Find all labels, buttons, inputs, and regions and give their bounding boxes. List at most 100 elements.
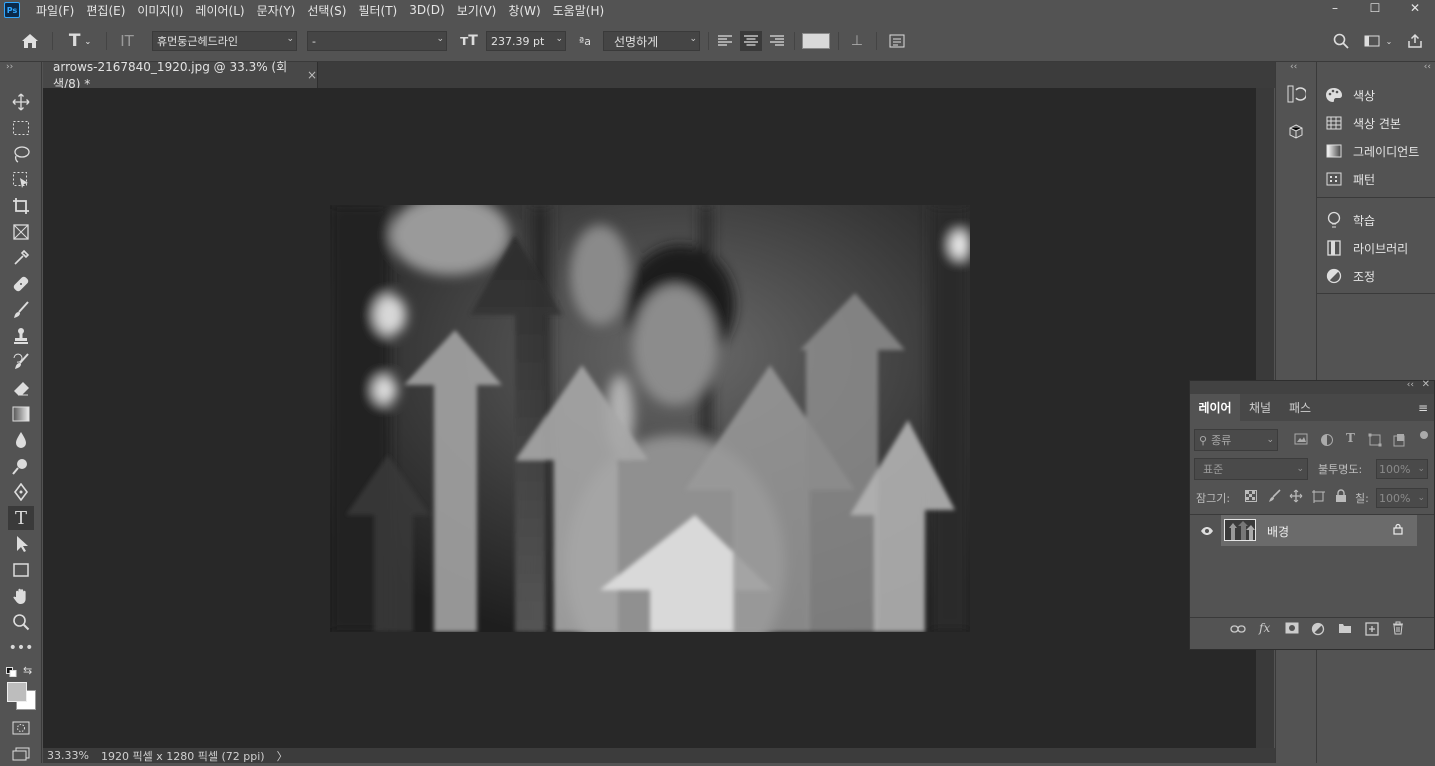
character-panel-icon[interactable] — [886, 31, 908, 51]
align-left-icon[interactable] — [714, 31, 736, 51]
lock-all-icon[interactable] — [1335, 489, 1347, 506]
layers-panel-header[interactable]: ‹‹ ✕ — [1190, 379, 1434, 394]
menu-help[interactable]: 도움말(H) — [547, 2, 611, 19]
3d-panel-icon[interactable] — [1286, 122, 1306, 145]
layer-name[interactable]: 배경 — [1267, 523, 1289, 540]
layer-row-background[interactable]: 배경 — [1221, 515, 1417, 546]
tab-layers[interactable]: 레이어 — [1190, 394, 1240, 421]
close-panel-icon[interactable]: ✕ — [1422, 379, 1430, 390]
panel-patterns[interactable]: 패턴 — [1325, 166, 1375, 192]
panel-adjustments[interactable]: 조정 — [1325, 263, 1375, 289]
font-size-select[interactable]: 237.39 pt ⌄ — [486, 31, 566, 51]
warp-text-icon[interactable]: ⊥ — [846, 31, 868, 51]
font-style-select[interactable]: - ⌄ — [307, 31, 447, 51]
link-layers-icon[interactable] — [1230, 623, 1246, 638]
fill-input[interactable]: 100% ⌄ — [1376, 488, 1428, 508]
antialias-select[interactable]: 선명하게 ⌄ — [603, 31, 700, 51]
document-tab[interactable]: arrows-2167840_1920.jpg @ 33.3% (회색/8) *… — [43, 60, 318, 91]
lock-pixels-icon[interactable] — [1267, 489, 1281, 506]
more-tools-icon[interactable]: ••• — [8, 636, 34, 660]
panel-learn[interactable]: 학습 — [1325, 207, 1375, 233]
blur-tool-icon[interactable] — [8, 428, 34, 452]
default-colors-icon[interactable] — [6, 666, 18, 680]
layer-effects-icon[interactable]: fx — [1259, 621, 1270, 635]
text-orientation-icon[interactable]: IT — [116, 31, 138, 51]
filter-adjustment-icon[interactable] — [1320, 433, 1336, 447]
filter-toggle-icon[interactable] — [1420, 431, 1428, 439]
menu-layer[interactable]: 레이어(L) — [189, 2, 250, 19]
lasso-tool-icon[interactable] — [8, 142, 34, 166]
path-selection-tool-icon[interactable] — [8, 532, 34, 556]
move-tool-icon[interactable] — [8, 90, 34, 114]
text-color-swatch[interactable] — [802, 33, 830, 49]
search-icon[interactable] — [1330, 31, 1352, 51]
clone-stamp-tool-icon[interactable] — [8, 324, 34, 348]
type-tool-preset-icon[interactable]: T ⌄ — [62, 31, 98, 51]
crop-tool-icon[interactable] — [8, 194, 34, 218]
collapse-icon[interactable]: ‹‹ — [1290, 62, 1297, 72]
delete-layer-icon[interactable] — [1392, 621, 1404, 638]
zoom-tool-icon[interactable] — [8, 610, 34, 634]
lock-transparency-icon[interactable] — [1245, 490, 1257, 505]
menu-file[interactable]: 파일(F) — [30, 2, 80, 19]
font-family-select[interactable]: 휴먼둥근헤드라인 ⌄ — [152, 31, 297, 51]
foreground-color-swatch[interactable] — [7, 682, 27, 702]
panel-menu-icon[interactable]: ≡ — [1418, 401, 1428, 415]
tab-channels[interactable]: 채널 — [1240, 394, 1280, 421]
home-icon[interactable] — [18, 31, 42, 51]
collapse-icon[interactable]: ›› — [6, 62, 13, 72]
eyedropper-tool-icon[interactable] — [8, 246, 34, 270]
blend-mode-select[interactable]: 표준 ⌄ — [1194, 458, 1308, 480]
dodge-tool-icon[interactable] — [8, 454, 34, 478]
close-button[interactable]: ✕ — [1395, 0, 1435, 16]
canvas-area[interactable] — [43, 88, 1256, 748]
healing-brush-tool-icon[interactable] — [8, 272, 34, 296]
menu-3d[interactable]: 3D(D) — [403, 3, 450, 17]
new-layer-icon[interactable] — [1365, 622, 1379, 639]
gradient-tool-icon[interactable] — [8, 402, 34, 426]
maximize-button[interactable]: ☐ — [1355, 0, 1395, 16]
panel-gradients[interactable]: 그레이디언트 — [1325, 138, 1419, 164]
menu-view[interactable]: 보기(V) — [451, 2, 503, 19]
filter-shape-icon[interactable] — [1368, 433, 1382, 450]
panel-swatches[interactable]: 색상 견본 — [1325, 110, 1401, 136]
eraser-tool-icon[interactable] — [8, 376, 34, 400]
layer-visibility-eye-icon[interactable] — [1194, 515, 1219, 547]
pen-tool-icon[interactable] — [8, 480, 34, 504]
marquee-tool-icon[interactable] — [8, 116, 34, 140]
layer-filter-select[interactable]: ⚲ 종류 ⌄ — [1194, 429, 1278, 451]
tab-paths[interactable]: 패스 — [1280, 394, 1320, 421]
lock-position-icon[interactable] — [1289, 489, 1303, 506]
minimize-button[interactable]: – — [1315, 0, 1355, 16]
history-panel-icon[interactable] — [1286, 84, 1308, 107]
screen-mode-icon[interactable] — [8, 742, 34, 766]
add-mask-icon[interactable] — [1285, 622, 1299, 637]
menu-window[interactable]: 창(W) — [502, 2, 546, 19]
new-adjustment-layer-icon[interactable] — [1311, 622, 1325, 639]
menu-edit[interactable]: 편집(E) — [80, 2, 131, 19]
object-selection-tool-icon[interactable] — [8, 168, 34, 192]
align-right-icon[interactable] — [766, 31, 788, 51]
panel-libraries[interactable]: 라이브러리 — [1325, 235, 1408, 261]
filter-smart-object-icon[interactable] — [1392, 433, 1406, 450]
panel-color[interactable]: 색상 — [1325, 82, 1375, 108]
quick-mask-icon[interactable] — [8, 716, 34, 740]
collapse-icon[interactable]: ‹‹ — [1424, 62, 1431, 72]
new-group-icon[interactable] — [1338, 622, 1352, 637]
workspace-icon[interactable]: ⌄ — [1360, 31, 1396, 51]
frame-tool-icon[interactable] — [8, 220, 34, 244]
type-tool-icon[interactable]: T — [8, 506, 34, 530]
menu-image[interactable]: 이미지(I) — [131, 2, 189, 19]
brush-tool-icon[interactable] — [8, 298, 34, 322]
menu-select[interactable]: 선택(S) — [301, 2, 352, 19]
opacity-input[interactable]: 100% ⌄ — [1376, 459, 1428, 479]
menu-type[interactable]: 문자(Y) — [251, 2, 302, 19]
collapse-icon[interactable]: ‹‹ — [1407, 380, 1414, 390]
status-menu-arrow[interactable]: 〉 — [277, 748, 288, 764]
menu-filter[interactable]: 필터(T) — [352, 2, 403, 19]
rectangle-tool-icon[interactable] — [8, 558, 34, 582]
swap-colors-icon[interactable]: ⇆ — [23, 664, 32, 677]
filter-type-icon[interactable]: T — [1346, 431, 1355, 445]
hand-tool-icon[interactable] — [8, 584, 34, 608]
lock-artboard-icon[interactable] — [1312, 489, 1326, 506]
